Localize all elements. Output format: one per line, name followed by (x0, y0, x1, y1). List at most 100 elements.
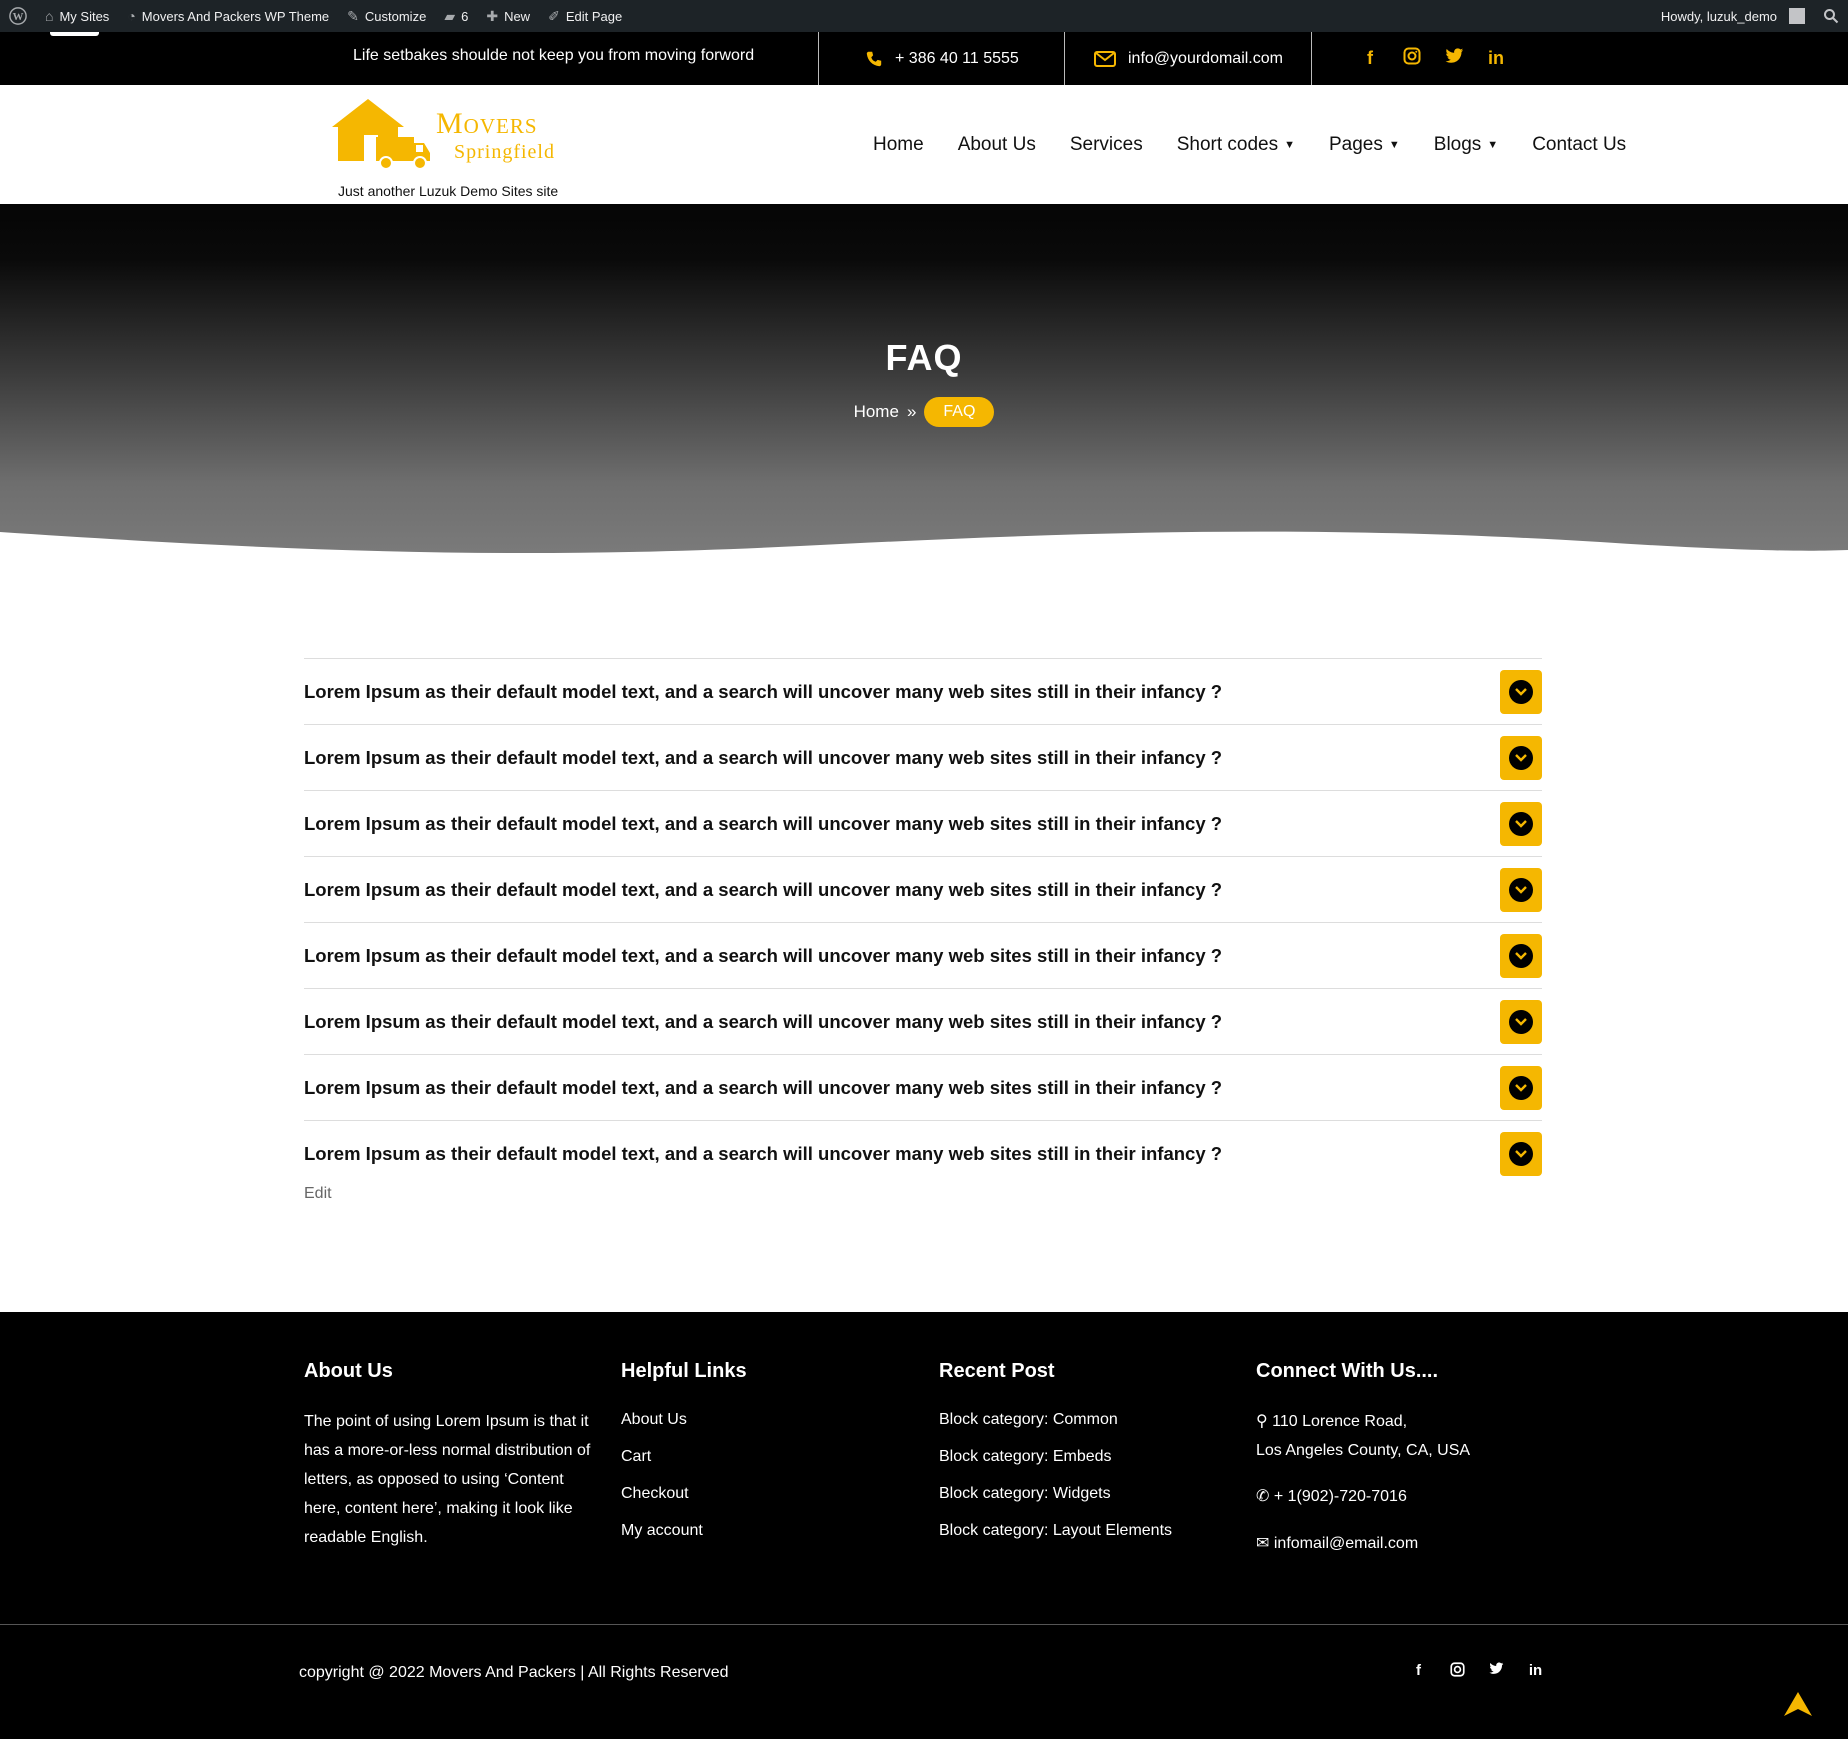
page-banner: FAQ Home » FAQ (0, 204, 1848, 576)
nav-blogs[interactable]: Blogs ▼ (1434, 134, 1498, 156)
faq-item[interactable]: Lorem Ipsum as their default model text,… (304, 856, 1542, 922)
footer-link-my-account[interactable]: My account (621, 1522, 901, 1540)
wordpress-logo-button[interactable]: W (0, 0, 36, 32)
facebook-icon[interactable]: f (1410, 1662, 1427, 1681)
facebook-icon[interactable]: f (1360, 48, 1380, 69)
footer-about-text: The point of using Lorem Ipsum is that i… (304, 1413, 591, 1546)
plus-icon: ✚ (486, 7, 499, 24)
chevron-down-icon (1509, 811, 1533, 836)
main-nav: Home About Us Services Short codes ▼ Page… (873, 85, 1626, 204)
nav-short-codes[interactable]: Short codes ▼ (1177, 134, 1295, 156)
faq-question[interactable]: Lorem Ipsum as their default model text,… (304, 879, 1222, 901)
faq-question[interactable]: Lorem Ipsum as their default model text,… (304, 681, 1222, 703)
faq-toggle-button[interactable] (1500, 669, 1542, 714)
faq-question[interactable]: Lorem Ipsum as their default model text,… (304, 813, 1222, 835)
edit-page-link[interactable]: Edit (304, 1185, 332, 1203)
faq-toggle-button[interactable] (1500, 933, 1542, 978)
email-info[interactable]: info@yourdomail.com (1094, 32, 1283, 85)
avatar (1789, 8, 1805, 24)
account-menu[interactable]: Howdy, luzuk_demo (1652, 0, 1814, 32)
chevron-down-icon (1509, 1141, 1533, 1166)
recent-post-link[interactable]: Block category: Embeds (939, 1448, 1239, 1466)
faq-question[interactable]: Lorem Ipsum as their default model text,… (304, 747, 1222, 769)
faq-question[interactable]: Lorem Ipsum as their default model text,… (304, 945, 1222, 967)
faq-toggle-button[interactable] (1500, 801, 1542, 846)
breadcrumb: Home » FAQ (0, 397, 1848, 427)
faq-item[interactable]: Lorem Ipsum as their default model text,… (304, 1120, 1542, 1186)
breadcrumb-home[interactable]: Home (854, 402, 899, 422)
faq-question[interactable]: Lorem Ipsum as their default model text,… (304, 1011, 1222, 1033)
map-marker-icon: ⚲ (1256, 1413, 1268, 1430)
header-tagline: Life setbakes shoulde not keep you from … (353, 47, 755, 64)
faq-toggle-button[interactable] (1500, 735, 1542, 780)
site-header: Movers Springfield Just another Luzuk De… (0, 85, 1848, 204)
scroll-to-top-arrow-icon[interactable] (1784, 1692, 1812, 1716)
recent-post-link[interactable]: Block category: Common (939, 1411, 1239, 1429)
faq-item[interactable]: Lorem Ipsum as their default model text,… (304, 658, 1542, 724)
faq-question[interactable]: Lorem Ipsum as their default model text,… (304, 1143, 1222, 1165)
faq-accordion: Lorem Ipsum as their default model text,… (304, 658, 1542, 1186)
edit-page-link[interactable]: ✐ Edit Page (539, 0, 631, 32)
address-line-2: Los Angeles County, CA, USA (1256, 1442, 1471, 1459)
faq-toggle-button[interactable] (1500, 1065, 1542, 1110)
instagram-icon[interactable] (1449, 1662, 1466, 1681)
chevron-down-icon (1509, 943, 1533, 968)
faq-toggle-button[interactable] (1500, 999, 1542, 1044)
footer-about-heading: About Us (304, 1360, 393, 1382)
brush-icon: ✎ (347, 7, 359, 24)
svg-text:W: W (13, 11, 24, 23)
nav-pages[interactable]: Pages ▼ (1329, 134, 1400, 156)
nav-contact-us[interactable]: Contact Us (1532, 134, 1626, 156)
site-logo[interactable]: Movers Springfield Just another Luzuk De… (328, 97, 578, 199)
dashboard-icon: ◔ (127, 8, 136, 24)
divider (818, 32, 819, 85)
comment-icon: ▰ (444, 7, 456, 24)
pencil-icon: ✐ (548, 7, 560, 24)
admin-search-button[interactable] (1814, 0, 1848, 32)
faq-toggle-button[interactable] (1500, 1131, 1542, 1176)
recent-post-link[interactable]: Block category: Widgets (939, 1485, 1239, 1503)
faq-item[interactable]: Lorem Ipsum as their default model text,… (304, 1054, 1542, 1120)
comments-link[interactable]: ▰ 6 (435, 0, 477, 32)
footer-about: About Us The point of using Lorem Ipsum … (304, 1360, 604, 1552)
nav-about-us[interactable]: About Us (958, 134, 1036, 156)
chevron-down-icon (1509, 745, 1533, 770)
faq-toggle-button[interactable] (1500, 867, 1542, 912)
footer-phone[interactable]: ✆ + 1(902)-720-7016 (1256, 1482, 1576, 1511)
faq-question[interactable]: Lorem Ipsum as their default model text,… (304, 1077, 1222, 1099)
page-title: FAQ (885, 337, 963, 378)
footer-connect: Connect With Us.... ⚲ 110 Lorence Road, … (1256, 1360, 1576, 1558)
instagram-icon[interactable] (1402, 47, 1422, 70)
twitter-icon[interactable] (1444, 48, 1464, 69)
divider (1064, 32, 1065, 85)
footer-link-about-us[interactable]: About Us (621, 1411, 901, 1429)
double-chevron-right-icon: » (906, 402, 917, 421)
site-name-menu[interactable]: ◔ Movers And Packers WP Theme (118, 0, 338, 32)
linkedin-icon[interactable]: in (1527, 1662, 1544, 1681)
wordpress-icon: W (9, 7, 27, 25)
chevron-down-icon (1509, 1009, 1533, 1034)
customize-link[interactable]: ✎ Customize (338, 0, 435, 32)
my-sites-menu[interactable]: ⌂ My Sites (36, 0, 118, 32)
menu-toggle-tab[interactable] (50, 32, 99, 36)
nav-home[interactable]: Home (873, 134, 924, 156)
house-truck-logo-icon (332, 99, 430, 170)
footer-email[interactable]: ✉ infomail@email.com (1256, 1529, 1576, 1558)
footer-link-cart[interactable]: Cart (621, 1448, 901, 1466)
breadcrumb-current: FAQ (924, 397, 995, 427)
phone-info[interactable]: + 386 40 11 5555 (865, 32, 1019, 85)
linkedin-icon[interactable]: in (1486, 48, 1506, 69)
twitter-icon[interactable] (1488, 1662, 1505, 1681)
recent-post-link[interactable]: Block category: Layout Elements (939, 1522, 1239, 1540)
envelope-icon: ✉ (1256, 1535, 1270, 1552)
footer-recent-posts: Recent Post Block category: Common Block… (939, 1360, 1239, 1559)
copyright-text: copyright @ 2022 Movers And Packers | Al… (299, 1664, 729, 1681)
faq-item[interactable]: Lorem Ipsum as their default model text,… (304, 724, 1542, 790)
faq-item[interactable]: Lorem Ipsum as their default model text,… (304, 988, 1542, 1054)
new-content-menu[interactable]: ✚ New (477, 0, 539, 32)
nav-services[interactable]: Services (1070, 134, 1143, 156)
faq-item[interactable]: Lorem Ipsum as their default model text,… (304, 790, 1542, 856)
footer-link-checkout[interactable]: Checkout (621, 1485, 901, 1503)
site-tagline: Just another Luzuk Demo Sites site (338, 183, 559, 199)
faq-item[interactable]: Lorem Ipsum as their default model text,… (304, 922, 1542, 988)
